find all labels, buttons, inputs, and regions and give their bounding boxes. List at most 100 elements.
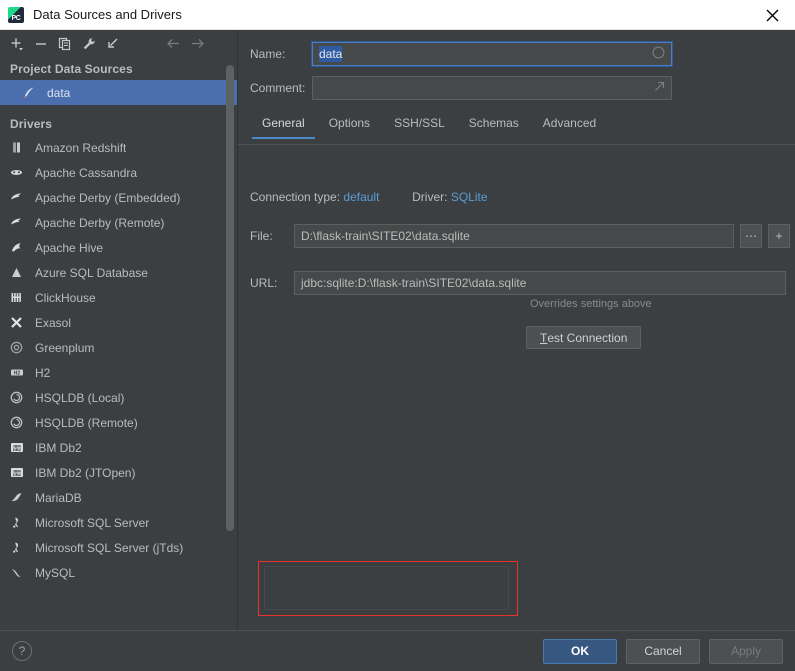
empty-region-outline [264,566,509,610]
close-icon[interactable] [749,0,795,30]
mssql-icon [10,515,28,531]
driver-item[interactable]: Apache Derby (Remote) [0,210,237,235]
cassandra-icon [10,165,28,181]
comment-input[interactable] [312,76,672,100]
connection-type-value[interactable]: default [343,190,379,204]
data-source-item-data[interactable]: data [0,80,237,105]
svg-text:DB2: DB2 [13,447,22,452]
window-titlebar: Data Sources and Drivers [0,0,795,30]
dialog-buttons: OK Cancel Apply [543,638,783,664]
ok-button[interactable]: OK [543,638,617,664]
settings-tabs[interactable]: General Options SSH/SSL Schemas Advanced [250,112,608,145]
redshift-icon [10,140,28,156]
sidebar-scrollbar[interactable] [226,65,234,531]
driver-value[interactable]: SQLite [451,190,488,204]
data-source-label: data [47,85,71,100]
driver-item[interactable]: Apache Hive [0,235,237,260]
color-indicator-icon[interactable] [652,46,665,62]
driver-item[interactable]: Apache Cassandra [0,160,237,185]
file-label: File: [250,229,273,243]
driver-item[interactable]: Microsoft SQL Server (jTds) [0,535,237,560]
driver-label: IBM Db2 (JTOpen) [35,465,136,480]
mariadb-icon [10,490,28,506]
driver-item[interactable]: Microsoft SQL Server [0,510,237,535]
driver-item[interactable]: IBM DB2 IBM Db2 (JTOpen) [0,460,237,485]
data-source-settings-panel: Name: data Comment: General Options SSH/… [238,30,795,671]
driver-label: Apache Hive [35,240,104,255]
drivers-list[interactable]: Amazon Redshift Apache Cassandra Apache De… [0,135,237,585]
overrides-note: Overrides settings above [530,298,652,310]
driver-item[interactable]: HSQLDB (Local) [0,385,237,410]
data-sources-panel: Project Data Sources data Drivers Amazon… [0,30,238,671]
ibmdb2-icon: IBM DB2 [10,465,28,481]
exasol-icon [10,315,28,331]
driver-label: Microsoft SQL Server [35,515,150,530]
duplicate-button[interactable] [53,33,77,55]
navigation-buttons [161,30,209,57]
derby-icon [10,215,28,231]
import-button[interactable] [101,33,125,55]
tab-general[interactable]: General [250,112,317,139]
tab-ssh-ssl[interactable]: SSH/SSL [382,112,457,139]
back-button[interactable] [161,33,185,55]
tab-options[interactable]: Options [317,112,382,139]
driver-item[interactable]: Azure SQL Database [0,260,237,285]
driver-item[interactable]: Greenplum [0,335,237,360]
derby-icon [10,190,28,206]
properties-wrench-icon[interactable] [77,33,101,55]
expand-icon[interactable] [654,81,665,95]
svg-text:DB2: DB2 [13,472,22,477]
driver-label: HSQLDB (Remote) [35,415,138,430]
url-label: URL: [250,276,278,290]
comment-row: Comment: [250,76,795,100]
dialog-footer: ? OK Cancel Apply [0,630,795,671]
hsqldb-icon [10,390,28,406]
file-input[interactable]: D:\flask-train\SITE02\data.sqlite [294,224,734,248]
hsqldb-icon [10,415,28,431]
url-input[interactable]: jdbc:sqlite:D:\flask-train\SITE02\data.s… [294,271,786,295]
driver-label: Apache Derby (Remote) [35,215,165,230]
browse-file-button[interactable]: ⋯ [740,224,762,248]
forward-button[interactable] [185,33,209,55]
driver-item[interactable]: HSQLDB (Remote) [0,410,237,435]
sqlite-icon [22,85,40,101]
driver-item[interactable]: MariaDB [0,485,237,510]
driver-item[interactable]: ClickHouse [0,285,237,310]
driver-label: IBM Db2 [35,440,82,455]
window-title: Data Sources and Drivers [33,7,182,22]
driver-label: Exasol [35,315,72,330]
driver-label: MySQL [35,565,76,580]
driver-item[interactable]: H2 H2 [0,360,237,385]
add-file-button[interactable]: + [768,224,790,248]
name-input[interactable]: data [312,42,672,66]
driver-item[interactable]: Exasol [0,310,237,335]
name-value: data [319,46,343,62]
url-row: URL: jdbc:sqlite:D:\flask-train\SITE02\d… [250,271,786,295]
mssql-icon [10,540,28,556]
driver-label: Greenplum [35,340,95,355]
data-sources-tree[interactable]: Project Data Sources data Drivers Amazon… [0,57,237,671]
azure-icon [10,265,28,281]
file-value: D:\flask-train\SITE02\data.sqlite [301,229,470,243]
remove-button[interactable] [29,33,53,55]
greenplum-icon [10,340,28,356]
hive-icon [10,240,28,256]
driver-item[interactable]: MySQL [0,560,237,585]
project-data-sources-header: Project Data Sources [10,62,133,76]
tab-schemas[interactable]: Schemas [457,112,531,139]
driver-label: Microsoft SQL Server (jTds) [35,540,184,555]
driver-item[interactable]: IBM DB2 IBM Db2 [0,435,237,460]
add-button[interactable] [5,33,29,55]
svg-text:H2: H2 [14,370,21,376]
driver-label: Apache Derby (Embedded) [35,190,181,205]
tab-advanced[interactable]: Advanced [531,112,608,139]
connection-type-label: Connection type: [250,190,341,204]
cancel-button[interactable]: Cancel [626,638,700,664]
test-connection-button[interactable]: Test Connection [526,326,642,349]
comment-label: Comment: [250,81,306,95]
help-icon[interactable]: ? [12,641,32,661]
apply-button[interactable]: Apply [709,638,783,664]
clickhouse-icon [10,290,28,306]
driver-item[interactable]: Amazon Redshift [0,135,237,160]
driver-item[interactable]: Apache Derby (Embedded) [0,185,237,210]
